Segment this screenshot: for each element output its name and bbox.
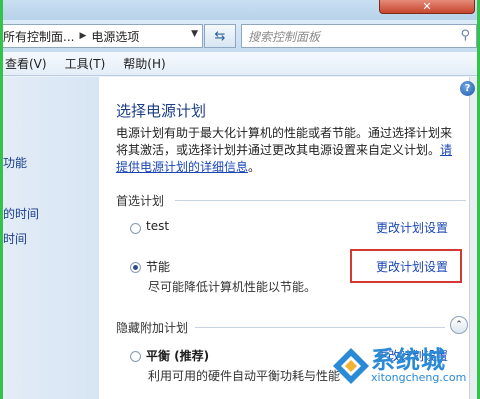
watermark: 系统城 xitongcheng.com — [327, 338, 477, 396]
preferred-plans-header: 首选计划 — [116, 194, 165, 208]
collapse-chevron-icon[interactable]: ⌃ — [450, 316, 468, 334]
divider — [175, 200, 466, 201]
page-title: 选择电源计划 — [116, 102, 207, 120]
plan-test-radio[interactable] — [130, 223, 141, 234]
control-panel-window: ✕ 所有控制面... ▶ 电源选项 ▼ ⇆ 搜索控制面板 ⚲ 查看(V) 工具(… — [3, 0, 477, 399]
nav-link-function[interactable]: 功能 — [3, 154, 27, 171]
address-dropdown-icon[interactable]: ▼ — [191, 29, 198, 39]
plan-test-name[interactable]: test — [146, 219, 169, 233]
watermark-text: 系统城 — [371, 346, 446, 374]
breadcrumb-arrow-icon[interactable]: ▶ — [79, 31, 86, 41]
search-icon[interactable]: ⚲ — [460, 28, 470, 43]
plan-power-saver-name[interactable]: 节能 — [146, 258, 170, 275]
help-icon[interactable]: ? — [460, 81, 475, 96]
plan-power-saver-desc: 尽可能降低计算机性能以节能。 — [148, 280, 317, 294]
title-bar: ✕ — [3, 0, 477, 20]
close-button[interactable]: ✕ — [379, 0, 475, 14]
breadcrumb-power-options[interactable]: 电源选项 — [91, 28, 139, 45]
menu-bar: 查看(V) 工具(T) 帮助(H) — [3, 52, 477, 76]
search-placeholder: 搜索控制面板 — [248, 29, 321, 44]
watermark-logo-icon — [333, 348, 369, 384]
highlight-box — [350, 249, 462, 283]
refresh-button[interactable]: ⇆ — [204, 24, 236, 48]
plan-test-change-link[interactable]: 更改计划设置 — [376, 219, 448, 236]
page-description: 电源计划有助于最大化计算机的性能或者节能。通过选择计划来将其激活，或选择计划并通… — [116, 125, 461, 176]
watermark-url: xitongcheng.com — [371, 371, 467, 384]
plan-balanced-name[interactable]: 平衡 (推荐) — [146, 347, 209, 364]
plan-balanced-radio[interactable] — [130, 351, 141, 362]
address-bar[interactable]: 所有控制面... ▶ 电源选项 ▼ — [3, 24, 203, 48]
nav-link-time-2[interactable]: 时间 — [3, 230, 27, 247]
description-text: 电源计划有助于最大化计算机的性能或者节能。通过选择计划来将其激活，或选择计划并通… — [116, 126, 453, 157]
breadcrumb-control-panel[interactable]: 所有控制面... — [3, 28, 74, 45]
nav-link-time-1[interactable]: 的时间 — [3, 205, 39, 222]
divider — [195, 327, 445, 328]
address-row: 所有控制面... ▶ 电源选项 ▼ ⇆ 搜索控制面板 ⚲ — [3, 20, 477, 52]
description-end: 。 — [248, 160, 261, 174]
plan-balanced-desc: 利用可用的硬件自动平衡功耗与性能 — [148, 369, 341, 383]
left-nav-pane: 功能 的时间 时间 — [3, 77, 99, 399]
search-input[interactable]: 搜索控制面板 ⚲ — [241, 24, 477, 48]
menu-view[interactable]: 查看(V) — [5, 55, 47, 72]
menu-tools[interactable]: 工具(T) — [65, 55, 106, 72]
hidden-plans-header: 隐藏附加计划 — [116, 321, 189, 335]
close-icon: ✕ — [422, 0, 432, 13]
menu-help[interactable]: 帮助(H) — [123, 55, 165, 72]
refresh-icon: ⇆ — [214, 28, 226, 44]
plan-power-saver-radio[interactable] — [130, 262, 141, 273]
